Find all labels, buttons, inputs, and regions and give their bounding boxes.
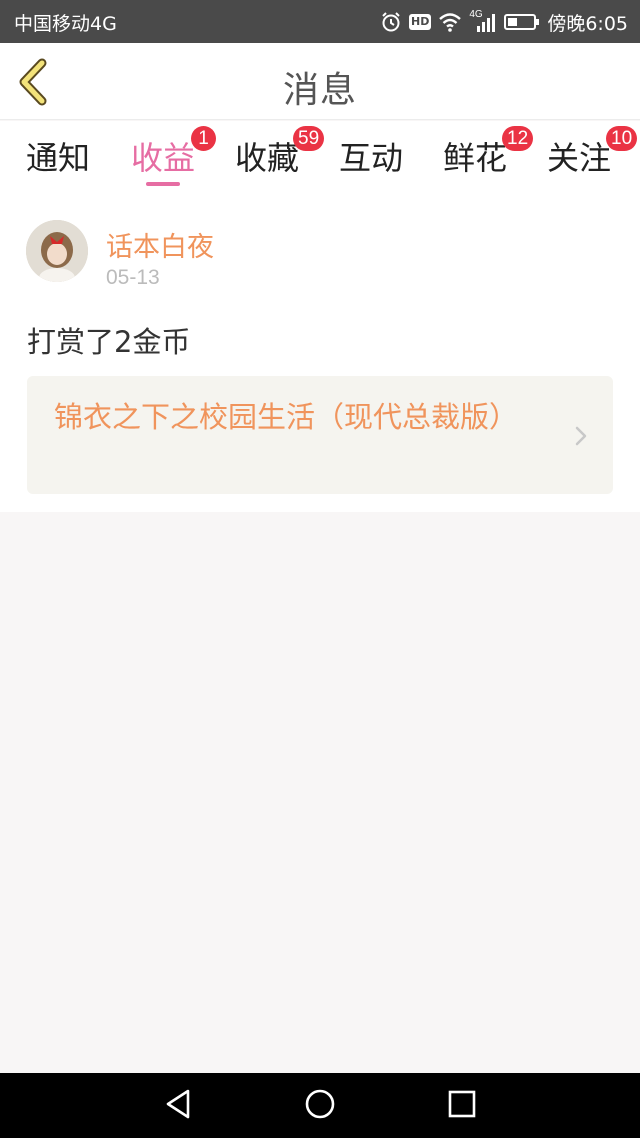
hd-icon: HD	[408, 14, 432, 30]
tab-badge: 1	[191, 126, 216, 151]
tab-earnings[interactable]: 收益 1	[131, 126, 216, 189]
avatar[interactable]	[26, 220, 88, 282]
nav-back-button[interactable]	[158, 1087, 198, 1125]
alarm-icon	[380, 11, 402, 33]
tab-label: 收益	[131, 139, 196, 177]
status-icons: HD 4G 傍晚6:05	[380, 7, 628, 37]
tab-label: 鲜花	[443, 139, 508, 177]
tab-label: 互动	[339, 139, 404, 177]
book-link-card[interactable]: 锦衣之下之校园生活（现代总裁版）	[27, 376, 613, 494]
system-nav-bar	[0, 1073, 640, 1138]
nav-recents-button[interactable]	[442, 1087, 482, 1125]
carrier-label: 中国移动4G	[14, 13, 117, 35]
tab-flowers[interactable]: 鲜花 12	[443, 126, 534, 189]
message-text: 打赏了2金币	[27, 325, 191, 359]
message-date: 05-13	[106, 266, 160, 289]
page-title: 消息	[282, 70, 357, 111]
username[interactable]: 话本白夜	[106, 225, 214, 264]
header: 消息	[0, 43, 640, 120]
tab-badge: 12	[502, 126, 534, 151]
back-triangle-icon	[163, 1088, 193, 1124]
tab-label: 通知	[26, 139, 91, 177]
tab-bar: 通知 收益 1 收藏 59 互动 鲜花 12 关注 10	[0, 121, 640, 192]
active-tab-indicator	[146, 182, 180, 186]
tab-interactions[interactable]: 互动	[339, 133, 403, 189]
wifi-icon	[438, 12, 462, 32]
home-circle-icon	[304, 1088, 336, 1124]
battery-icon	[504, 12, 540, 32]
tab-favorites[interactable]: 收藏 59	[235, 126, 325, 189]
signal-icon: 4G	[469, 9, 497, 33]
tab-follows[interactable]: 关注 10	[547, 126, 638, 189]
status-bar: 中国移动4G HD 4G 傍晚6:05	[0, 0, 640, 43]
tab-badge: 10	[606, 126, 638, 151]
message-item: 话本白夜 05-13 打赏了2金币 锦衣之下之校园生活（现代总裁版）	[0, 192, 640, 512]
tab-notifications[interactable]: 通知	[26, 133, 90, 189]
book-title: 锦衣之下之校园生活（现代总裁版）	[54, 400, 519, 434]
nav-home-button[interactable]	[300, 1087, 340, 1125]
tab-label: 收藏	[235, 139, 300, 177]
clock-time: 傍晚6:05	[547, 12, 628, 35]
recents-square-icon	[448, 1090, 476, 1122]
tab-badge: 59	[293, 126, 325, 151]
chevron-right-icon	[575, 426, 587, 450]
tab-label: 关注	[547, 139, 612, 177]
